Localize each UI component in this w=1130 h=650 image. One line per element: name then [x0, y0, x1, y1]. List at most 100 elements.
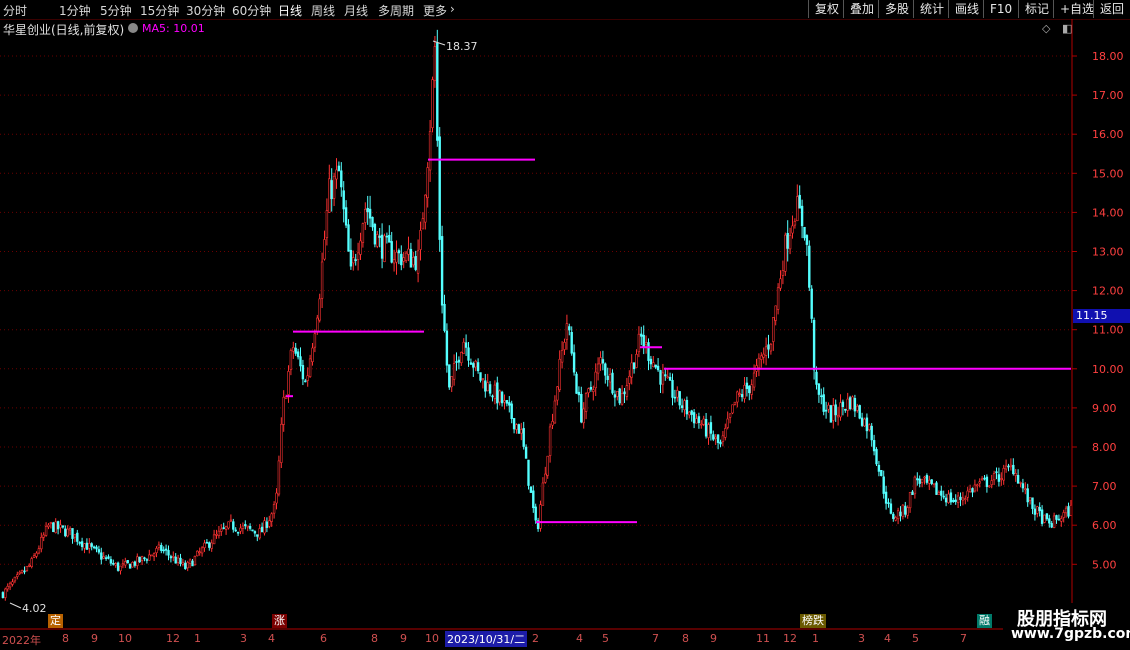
candle	[584, 392, 588, 420]
x-axis-label: 4	[884, 632, 891, 645]
candle	[306, 367, 309, 387]
candle	[704, 413, 708, 439]
candle	[534, 503, 537, 524]
candle	[352, 250, 355, 271]
candle	[222, 522, 225, 530]
candle	[143, 556, 146, 562]
candle	[570, 326, 573, 356]
candle	[712, 430, 715, 442]
candle	[551, 413, 554, 430]
x-axis-label: 8	[62, 632, 69, 645]
candle	[253, 530, 257, 537]
candle	[726, 411, 729, 430]
candle	[553, 395, 557, 424]
period-tab-15min[interactable]: 15分钟	[140, 2, 179, 19]
candle	[44, 522, 48, 537]
candle	[661, 363, 665, 394]
candle	[138, 556, 141, 563]
candle	[870, 423, 873, 447]
candle	[817, 383, 821, 403]
draw-line-button[interactable]: 画线	[948, 0, 985, 18]
level-lines	[286, 158, 1071, 524]
candle	[1050, 521, 1053, 529]
event-marker-zhang[interactable]: 涨	[272, 614, 287, 628]
candle	[587, 387, 590, 398]
candle	[582, 402, 585, 429]
candle	[220, 524, 223, 536]
candle	[292, 341, 295, 359]
candle	[390, 231, 393, 264]
y-tick-label: 18.00	[1092, 50, 1124, 63]
candle	[836, 406, 840, 426]
candle	[460, 351, 463, 366]
candle	[769, 342, 773, 355]
candle	[956, 491, 960, 509]
candle	[13, 576, 17, 584]
multi-stock-button[interactable]: 多股	[878, 0, 915, 18]
candle	[995, 467, 998, 480]
candle	[1002, 464, 1005, 485]
f10-button[interactable]: F10	[983, 0, 1018, 18]
period-tab-60min[interactable]: 60分钟	[232, 2, 271, 19]
candle	[400, 245, 403, 271]
period-tab-5min[interactable]: 5分钟	[100, 2, 132, 19]
period-tab-more[interactable]: 更多	[423, 2, 447, 19]
candle	[109, 556, 113, 566]
candle	[83, 543, 86, 554]
candle	[877, 460, 881, 477]
period-tab-1min[interactable]: 1分钟	[59, 2, 91, 19]
candle	[371, 216, 374, 231]
x-axis-label: 9	[400, 632, 407, 645]
back-button[interactable]: 返回	[1093, 0, 1130, 18]
candle	[1045, 513, 1049, 521]
mark-button[interactable]: 标记	[1018, 0, 1055, 18]
candle	[911, 490, 914, 495]
event-marker-bangdie[interactable]: 榜跌	[800, 614, 826, 628]
candle	[620, 385, 624, 406]
candle	[364, 202, 367, 230]
candle	[181, 558, 185, 567]
candle	[632, 362, 636, 374]
event-marker-rong[interactable]: 融	[977, 614, 992, 628]
y-tick-label: 7.00	[1092, 480, 1117, 493]
candle	[546, 455, 549, 479]
stats-button[interactable]: 统计	[913, 0, 950, 18]
candle	[556, 386, 559, 406]
candle	[203, 539, 206, 552]
period-tab-30min[interactable]: 30分钟	[186, 2, 225, 19]
candle	[469, 358, 473, 365]
candle	[164, 544, 168, 556]
candle	[90, 542, 93, 551]
period-tab-weekly[interactable]: 周线	[311, 2, 335, 19]
candle	[868, 423, 871, 432]
candle	[882, 470, 885, 499]
period-tab-monthly[interactable]: 月线	[344, 2, 368, 19]
event-marker-ding[interactable]: 定	[48, 614, 63, 628]
period-tab-multi[interactable]: 多周期	[378, 2, 414, 19]
current-price-tag: 11.15	[1073, 309, 1130, 323]
candle	[119, 565, 122, 575]
candle	[313, 329, 317, 353]
x-axis-label: 6	[320, 632, 327, 645]
candle	[527, 459, 530, 490]
candle	[37, 545, 41, 555]
y-tick-label: 5.00	[1092, 558, 1117, 571]
candle	[30, 556, 33, 569]
candle	[844, 408, 847, 413]
period-tab-daily[interactable]: 日线	[278, 2, 302, 19]
x-axis-label: 5	[602, 632, 609, 645]
fuquan-button[interactable]: 复权	[808, 0, 845, 18]
period-tab-timeshare[interactable]: 分时	[3, 2, 27, 19]
overlay-button[interactable]: 叠加	[843, 0, 880, 18]
x-axis-label: 1	[812, 632, 819, 645]
candle	[409, 242, 413, 268]
candle	[8, 581, 12, 591]
candle	[616, 390, 619, 401]
candle	[949, 488, 953, 505]
candle	[786, 220, 789, 262]
candle	[268, 515, 271, 529]
candle	[1007, 463, 1010, 472]
candle	[728, 413, 732, 424]
candle	[373, 222, 377, 248]
candlestick-chart[interactable]: 5.00 6.00 7.00 8.00 9.00 10.00 11.00 12.00 13.00…	[0, 19, 1130, 630]
